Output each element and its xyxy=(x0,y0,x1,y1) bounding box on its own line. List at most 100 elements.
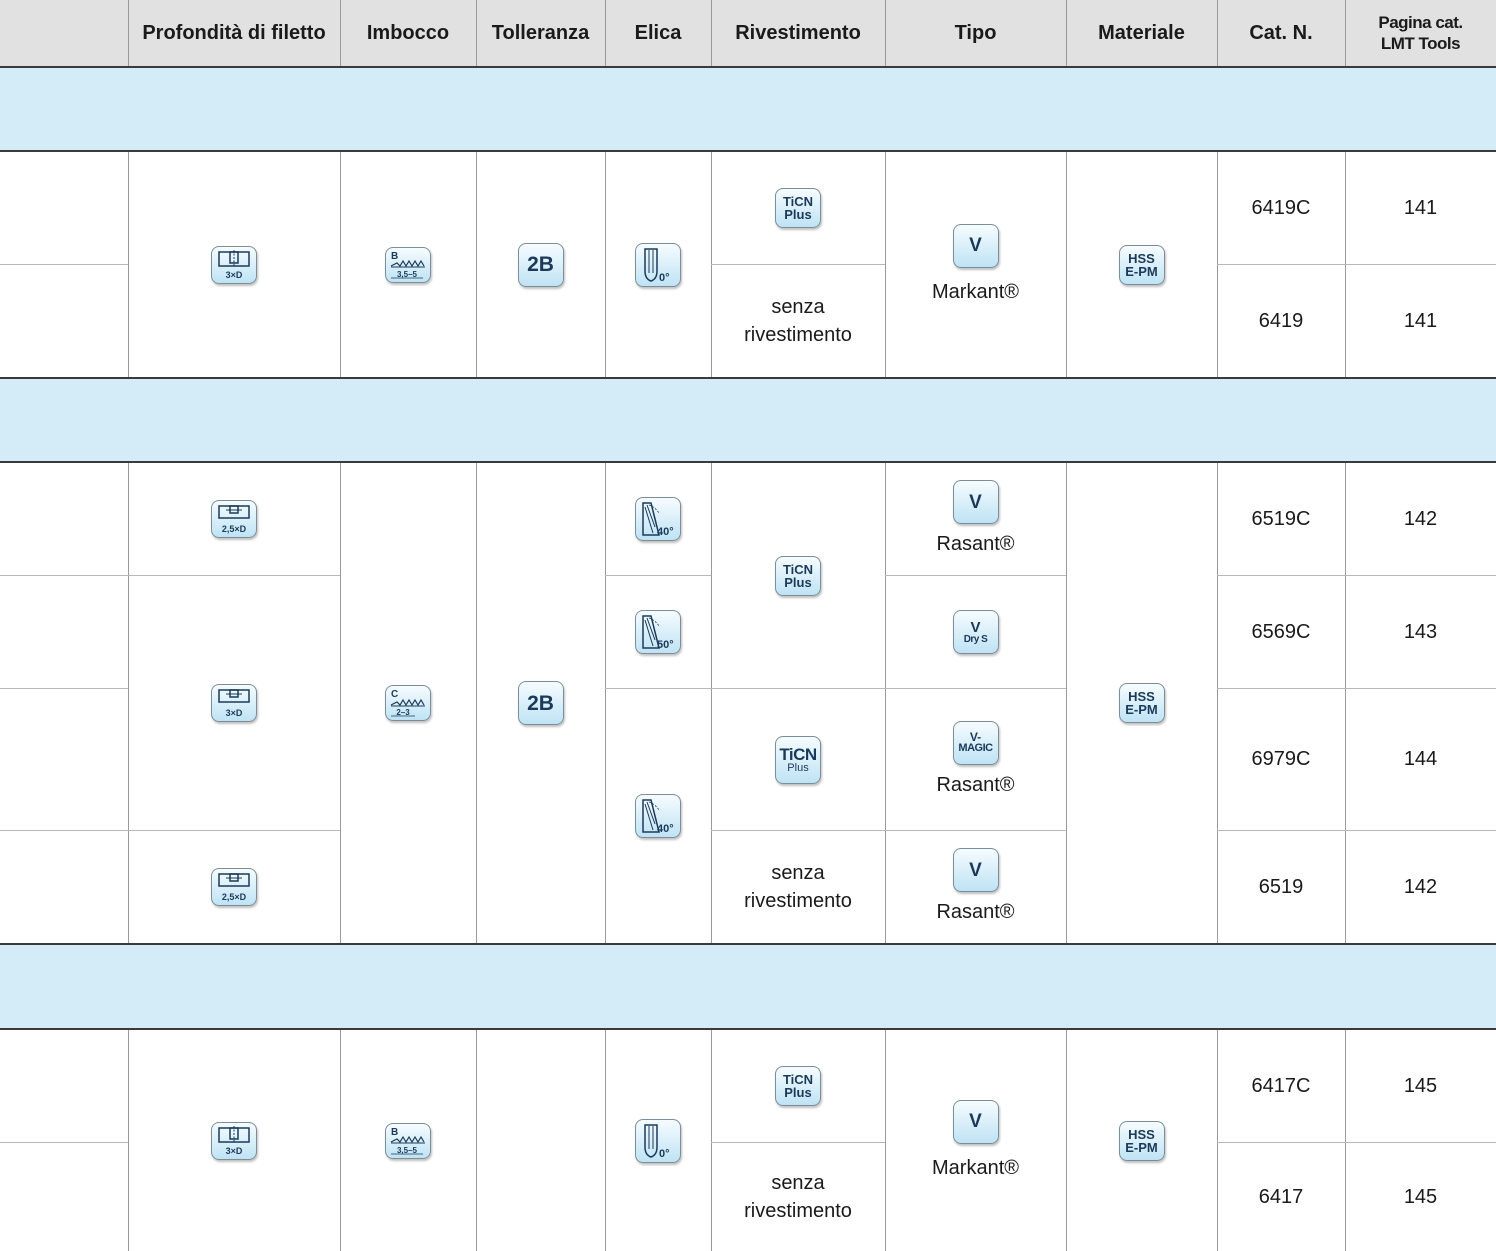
thread-depth-badge: 3×D xyxy=(211,245,257,284)
uncoated-line2: rivestimento xyxy=(744,324,852,346)
section-rule xyxy=(0,66,1496,68)
type-v-badge: V xyxy=(952,223,999,268)
through-hole-icon: 2,5×D xyxy=(218,873,250,902)
tolerance-cell-empty xyxy=(476,1030,605,1251)
through-hole-icon: 3×D xyxy=(218,689,250,718)
header-type: Tipo xyxy=(954,22,997,44)
catalog-page-cell: 145 xyxy=(1403,1185,1438,1208)
tolerance-badge: 2B xyxy=(517,242,564,287)
uncoated-line1: senza xyxy=(771,296,825,318)
type-cell: V Rasant® xyxy=(885,463,1066,575)
header-coating: Rivestimento xyxy=(735,22,861,44)
thread-depth-badge: 2,5×D xyxy=(211,868,257,906)
coating-cell: TiCN Plus xyxy=(711,689,885,830)
uncoated-line2: rivestimento xyxy=(744,890,852,912)
header-depth: Profondità di filetto xyxy=(142,22,326,44)
cat-no-cell: 6519C xyxy=(1251,507,1311,530)
catalog-page-cell: 141 xyxy=(1403,309,1438,332)
tolerance-cell: 2B xyxy=(476,152,605,377)
cat-no-cell: 6519 xyxy=(1258,875,1304,898)
column-divider xyxy=(1217,0,1218,66)
catalog-page-cell: 143 xyxy=(1403,620,1438,643)
column-divider xyxy=(340,0,341,66)
through-hole-icon: 2,5×D xyxy=(218,505,250,534)
dry-s-label: Dry S xyxy=(963,633,988,645)
blind-hole-icon: 3×D xyxy=(218,1125,250,1156)
helix-angle: 40° xyxy=(657,823,674,835)
cat-no-cell: 6979C xyxy=(1251,748,1311,770)
tap-selection-table: Profondità di filetto Imbocco Tolleranza… xyxy=(0,0,1496,1251)
spiral-flute-icon: 40° xyxy=(642,502,674,538)
helix-badge: 0° xyxy=(635,1118,681,1163)
row-rule xyxy=(0,264,128,265)
entry-letter: B xyxy=(391,251,398,262)
catalog-page-cell: 145 xyxy=(1403,1074,1438,1097)
cat-no-cell: 6419C xyxy=(1251,196,1311,219)
type-name: Markant® xyxy=(932,280,1019,303)
type-cell: V- MAGIC Rasant® xyxy=(885,689,1066,830)
hss-epm-badge: HSS E-PM xyxy=(1118,244,1165,285)
column-divider xyxy=(1066,0,1067,66)
ticn-plus-badge: TiCN Plus xyxy=(775,555,821,596)
hss-label: HSS xyxy=(1128,1126,1155,1142)
helix-angle: 0° xyxy=(659,1148,670,1160)
header-entry: Imbocco xyxy=(366,22,450,44)
thread-depth-badge: 3×D xyxy=(211,1121,257,1160)
coating-cell: TiCN Plus xyxy=(711,1030,885,1142)
thread-depth-cell: 2,5×D xyxy=(128,831,340,943)
depth-label: 3×D xyxy=(226,1146,243,1156)
coating-cell-uncoated: senza rivestimento xyxy=(711,265,885,377)
column-divider xyxy=(1345,0,1346,66)
helix-angle: 40° xyxy=(657,526,674,538)
ticn-label: TiCN xyxy=(779,744,817,764)
thread-depth-cell: 2,5×D xyxy=(128,463,340,575)
ticn-plus-wet-badge: TiCN Plus xyxy=(775,735,821,784)
type-name: Rasant® xyxy=(936,773,1015,796)
plus-label: Plus xyxy=(784,1085,812,1100)
magic-label: MAGIC xyxy=(958,742,993,754)
catalog-page-cell: 141 xyxy=(1403,196,1438,219)
row-rule xyxy=(0,688,128,689)
thread-depth-cell: 3×D xyxy=(128,152,340,377)
catalog-page-cell: 144 xyxy=(1403,748,1438,770)
straight-flute-icon: 0° xyxy=(644,247,670,284)
helix-badge: 40° xyxy=(635,794,681,838)
plus-label: Plus xyxy=(784,574,812,590)
column-divider xyxy=(711,0,712,66)
epm-label: E-PM xyxy=(1125,263,1158,279)
material-cell: HSS E-PM xyxy=(1066,463,1217,943)
helix-badge: 0° xyxy=(635,242,681,287)
hss-epm-badge: HSS E-PM xyxy=(1118,683,1165,723)
material-cell: HSS E-PM xyxy=(1066,1030,1217,1251)
type-name: Rasant® xyxy=(936,901,1015,923)
helix-angle: 0° xyxy=(659,272,670,284)
column-divider xyxy=(885,0,886,66)
thread-depth-badge: 3×D xyxy=(211,684,257,722)
column-divider xyxy=(128,0,129,66)
entry-form-b-icon: B 3,5–5 xyxy=(390,251,425,279)
plus-label: Plus xyxy=(784,207,812,222)
tolerance-badge: 2B xyxy=(517,681,564,725)
helix-cell: 50° xyxy=(605,576,711,688)
material-cell: HSS E-PM xyxy=(1066,152,1217,377)
type-name: Rasant® xyxy=(936,533,1015,555)
type-v-badge: V xyxy=(952,848,999,892)
coating-cell-uncoated: senza rivestimento xyxy=(711,831,885,943)
helix-cell: 40° xyxy=(605,689,711,943)
blind-hole-icon: 3×D xyxy=(218,249,250,280)
helix-badge: 40° xyxy=(635,497,681,541)
type-name: Markant® xyxy=(932,1156,1019,1179)
epm-label: E-PM xyxy=(1125,1139,1158,1155)
cat-no-cell: 6417 xyxy=(1258,1185,1304,1208)
header-tolerance: Tolleranza xyxy=(491,22,590,44)
helix-cell: 0° xyxy=(605,1030,711,1251)
v-label: V xyxy=(970,618,981,636)
uncoated-line2: rivestimento xyxy=(744,1200,852,1222)
helix-cell: 40° xyxy=(605,463,711,575)
header-catalog-page-line1: Pagina cat. xyxy=(1378,13,1463,32)
catalog-page-cell: 142 xyxy=(1403,875,1438,898)
plus-label: Plus xyxy=(787,761,809,774)
entry-badge: B 3,5–5 xyxy=(385,246,431,283)
type-cell: V Markant® xyxy=(885,1030,1066,1251)
cat-no-cell: 6419 xyxy=(1258,309,1304,332)
